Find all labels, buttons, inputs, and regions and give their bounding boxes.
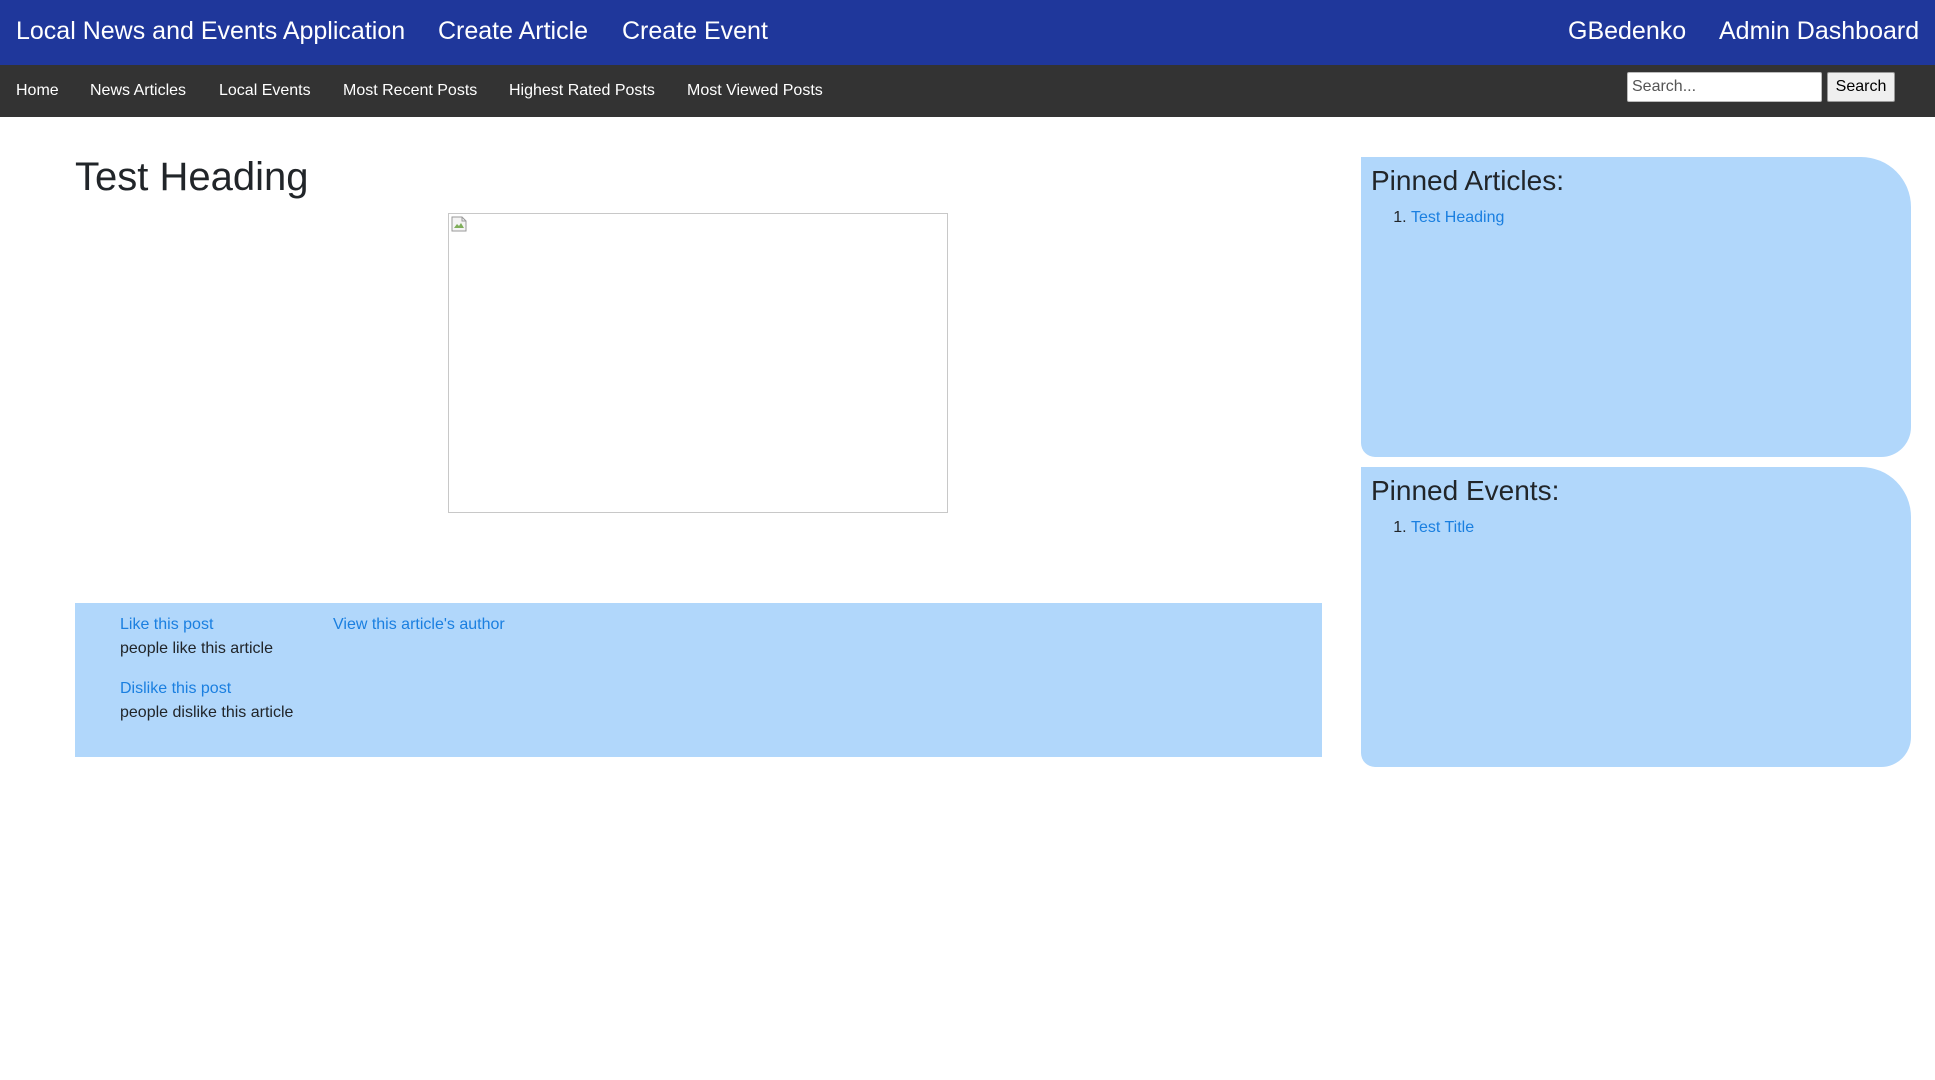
pinned-events-list: Test Title [1361, 519, 1474, 537]
pinned-articles-list: Test Heading [1361, 209, 1504, 227]
pinned-event-link[interactable]: Test Title [1411, 519, 1474, 536]
pinned-articles-panel: Pinned Articles: Test Heading [1361, 157, 1911, 457]
search-button[interactable]: Search [1827, 72, 1895, 102]
create-event-link[interactable]: Create Event [622, 17, 768, 46]
pinned-articles-heading: Pinned Articles: [1371, 165, 1564, 196]
nav-highest-rated-posts[interactable]: Highest Rated Posts [509, 82, 655, 100]
user-profile-link[interactable]: GBedenko [1568, 17, 1686, 46]
like-post-link[interactable]: Like this post [120, 616, 213, 634]
dislike-count-text: people dislike this article [120, 704, 294, 721]
view-author-link[interactable]: View this article's author [333, 616, 505, 634]
secondary-navbar: Home News Articles Local Events Most Rec… [0, 65, 1935, 117]
article-actions-panel: Like this post people like this article … [75, 603, 1322, 757]
nav-most-viewed-posts[interactable]: Most Viewed Posts [687, 82, 823, 100]
search-input[interactable] [1627, 72, 1822, 102]
dislike-post-link[interactable]: Dislike this post [120, 680, 231, 698]
admin-dashboard-link[interactable]: Admin Dashboard [1719, 17, 1919, 46]
pinned-events-heading: Pinned Events: [1371, 475, 1560, 506]
nav-most-recent-posts[interactable]: Most Recent Posts [343, 82, 477, 100]
list-item: Test Heading [1411, 209, 1504, 227]
nav-news-articles[interactable]: News Articles [90, 82, 186, 100]
broken-image-icon [451, 216, 467, 232]
nav-local-events[interactable]: Local Events [219, 82, 311, 100]
brand-link[interactable]: Local News and Events Application [16, 17, 405, 46]
pinned-article-link[interactable]: Test Heading [1411, 209, 1504, 226]
article-image [448, 213, 948, 513]
list-item: Test Title [1411, 519, 1474, 537]
create-article-link[interactable]: Create Article [438, 17, 588, 46]
like-count-text: people like this article [120, 640, 273, 657]
pinned-events-panel: Pinned Events: Test Title [1361, 467, 1911, 767]
nav-home[interactable]: Home [16, 82, 59, 100]
top-navbar: Local News and Events Application Create… [0, 0, 1935, 65]
article-title: Test Heading [75, 155, 309, 199]
